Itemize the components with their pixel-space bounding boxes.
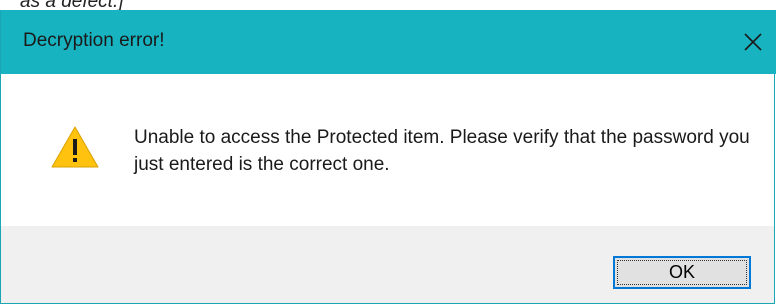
dialog-titlebar: Decryption error! — [1, 10, 776, 74]
close-icon — [744, 33, 762, 51]
decryption-error-dialog: Decryption error! Unable to access the P… — [0, 10, 776, 304]
ok-button-label: OK — [668, 262, 695, 282]
error-message: Unable to access the Protected item. Ple… — [134, 127, 750, 175]
dialog-footer: OK — [1, 226, 774, 303]
ok-button[interactable]: OK — [613, 256, 751, 289]
dialog-body: Unable to access the Protected item. Ple… — [1, 74, 774, 226]
dialog-title: Decryption error! — [23, 30, 165, 51]
warning-icon — [51, 126, 99, 168]
close-button[interactable] — [730, 10, 776, 74]
